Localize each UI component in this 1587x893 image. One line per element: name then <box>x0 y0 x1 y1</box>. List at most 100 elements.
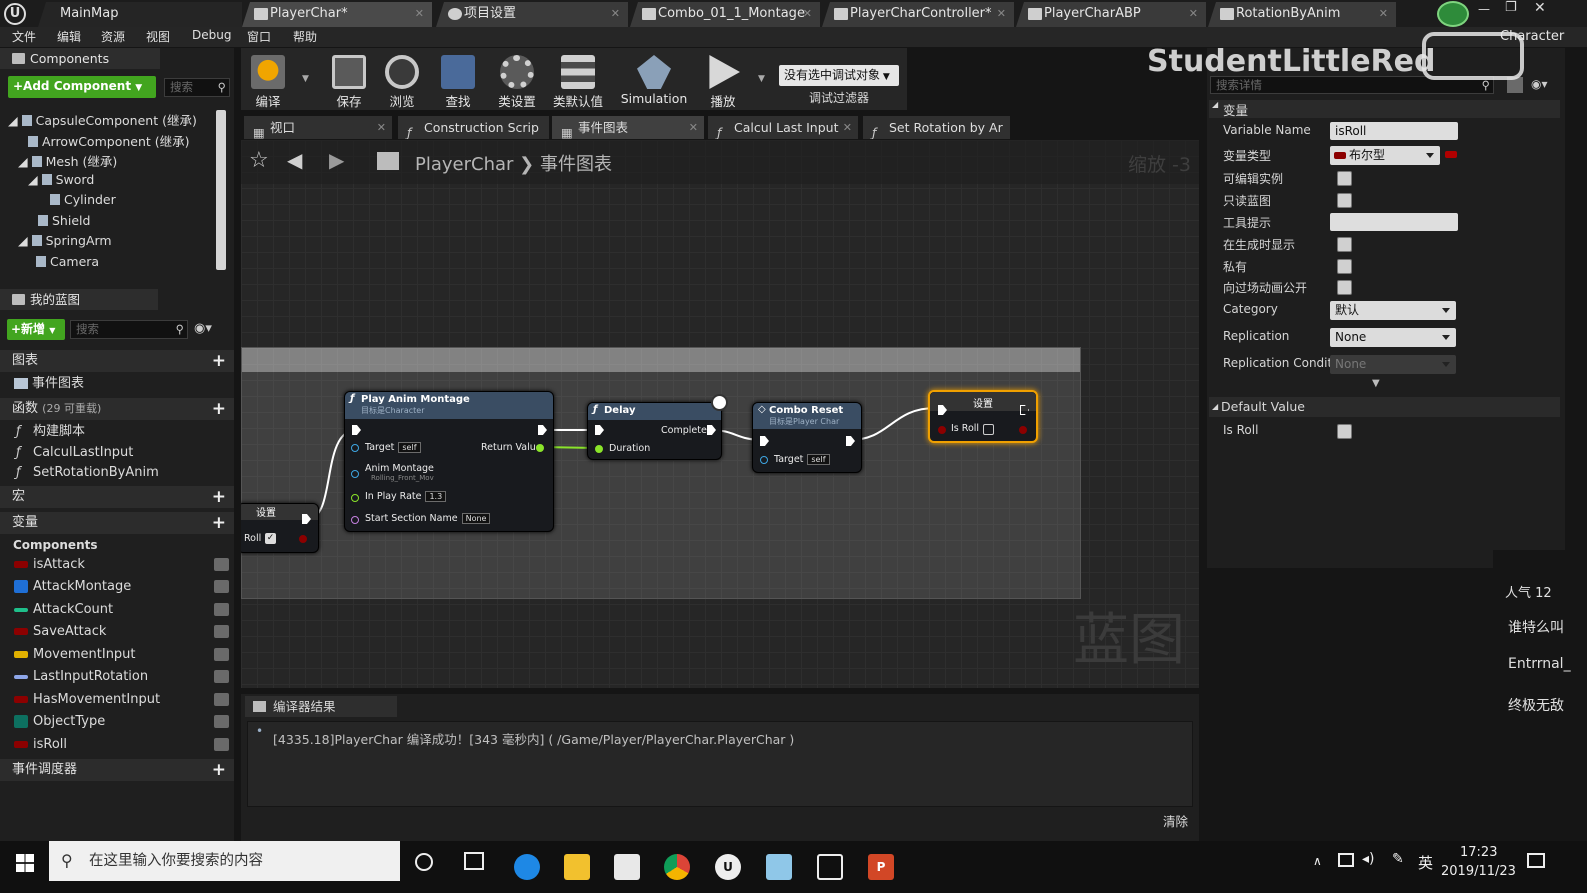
component-tree-item[interactable]: Camera <box>36 254 99 269</box>
completed-exec-pin[interactable] <box>707 425 716 435</box>
components-category[interactable]: Components <box>0 534 234 556</box>
add-function-button[interactable]: + <box>212 398 226 420</box>
chrome-icon[interactable] <box>664 854 690 880</box>
notification-center-icon[interactable] <box>1527 853 1545 868</box>
replication-condition-select[interactable]: None <box>1330 355 1456 374</box>
tab-viewport[interactable]: ▦ 视口 ✕ <box>244 116 392 139</box>
menu-view[interactable]: 视图 <box>146 28 170 45</box>
menu-edit[interactable]: 编辑 <box>57 28 81 45</box>
unreal-engine-icon[interactable]: U <box>715 854 741 880</box>
section-macros[interactable]: 宏 + <box>0 486 234 508</box>
visibility-eye-icon[interactable] <box>214 715 229 728</box>
private-checkbox[interactable] <box>1337 259 1352 274</box>
search-icon[interactable]: ⚲ <box>218 79 226 96</box>
ime-indicator[interactable]: 英 <box>1418 852 1433 873</box>
simulation-button[interactable]: Simulation <box>618 52 690 108</box>
class-settings-button[interactable]: 类设置 <box>489 52 545 109</box>
my-blueprint-search-input[interactable]: 搜索 ⚲ <box>70 320 188 339</box>
task-view-icon[interactable] <box>464 852 484 870</box>
store-icon[interactable] <box>614 854 640 880</box>
bool-out-pin[interactable] <box>299 535 307 543</box>
variable-item[interactable]: SaveAttack <box>0 621 234 643</box>
tab-construction-script[interactable]: ƒ Construction Scrip <box>398 116 549 139</box>
search-icon[interactable]: ⚲ <box>176 321 184 338</box>
set-is-roll-node[interactable]: 设置 Is Roll <box>928 390 1038 443</box>
network-icon[interactable] <box>1338 853 1354 867</box>
tooltip-input[interactable] <box>1330 213 1458 231</box>
component-tree-item[interactable]: ArrowComponent (继承) <box>28 131 190 150</box>
tab-set-rotation-by-anim[interactable]: ƒ Set Rotation by Ar <box>863 116 1010 139</box>
clock-date[interactable]: 2019/11/23 <box>1441 864 1516 879</box>
tab-playercharabp[interactable]: PlayerCharABP ✕ <box>1016 2 1206 27</box>
target-pin[interactable] <box>351 444 359 452</box>
tab-project-settings[interactable]: 项目设置 ✕ <box>436 2 628 27</box>
visibility-eye-icon[interactable] <box>214 625 229 638</box>
start-section-pin[interactable] <box>351 516 359 524</box>
taskbar-search-input[interactable]: ⚲ 在这里输入你要搜索的内容 <box>49 841 400 881</box>
event-graph-item[interactable]: 事件图表 <box>0 373 234 395</box>
tab-event-graph[interactable]: ▦ 事件图表 ✕ <box>552 116 704 139</box>
drawing-app-icon[interactable] <box>817 854 843 880</box>
compiler-results-tab[interactable]: 编译器结果 <box>245 696 397 717</box>
visibility-eye-icon[interactable] <box>214 558 229 571</box>
variable-item[interactable]: isAttack <box>0 554 234 576</box>
menu-debug[interactable]: Debug <box>192 28 231 42</box>
save-button[interactable]: 保存 <box>321 52 377 109</box>
close-icon[interactable]: ✕ <box>611 2 620 26</box>
variable-type-select[interactable]: 布尔型 <box>1330 146 1440 165</box>
combo-reset-node[interactable]: ◇ Combo Reset 目标是Player Char Target self <box>752 402 862 473</box>
visibility-eye-icon[interactable] <box>214 670 229 683</box>
details-section-variable[interactable]: ◢ 变量 <box>1209 100 1560 118</box>
is-roll-checkbox[interactable] <box>983 424 994 435</box>
visibility-eye-icon[interactable] <box>214 580 229 593</box>
component-tree-item[interactable]: Cylinder <box>50 192 116 207</box>
add-component-button[interactable]: +Add Component ▼ <box>8 76 156 98</box>
component-tree-item[interactable]: ◢ Mesh (继承) <box>18 151 117 170</box>
clear-button[interactable]: 清除 <box>1163 811 1188 830</box>
return-value-pin[interactable] <box>536 444 544 452</box>
component-tree-item[interactable]: ◢ SpringArm <box>18 233 112 248</box>
view-options-eye-icon[interactable]: ◉▾ <box>194 321 212 336</box>
close-icon[interactable]: ✕ <box>377 116 386 139</box>
section-event-dispatchers[interactable]: 事件调度器 + <box>0 759 234 781</box>
variable-item[interactable]: MovementInput <box>0 644 234 666</box>
close-window-button[interactable]: ✕ <box>1534 0 1546 16</box>
duration-pin[interactable] <box>595 445 603 453</box>
component-tree-item[interactable]: ◢ CapsuleComponent (继承) <box>8 110 197 129</box>
section-graphs[interactable]: 图表 + <box>0 350 234 372</box>
close-icon[interactable]: ✕ <box>1189 2 1198 26</box>
visibility-eye-icon[interactable] <box>214 738 229 751</box>
add-graph-button[interactable]: + <box>212 350 226 372</box>
anim-montage-asset[interactable]: Rolling_Front_Mov <box>371 474 434 482</box>
components-scrollbar[interactable] <box>216 110 226 270</box>
pen-icon[interactable]: ✎ <box>1392 851 1404 867</box>
is-roll-in-pin[interactable] <box>938 426 946 434</box>
browse-button[interactable]: 浏览 <box>374 52 430 109</box>
tab-mainmap[interactable]: MainMap <box>38 2 242 27</box>
section-variables[interactable]: 变量 + <box>0 512 234 534</box>
expand-arrow-icon[interactable]: ◢ <box>18 233 28 248</box>
class-defaults-button[interactable]: 类默认值 <box>550 52 606 109</box>
delay-node[interactable]: ƒ Delay Completed Duration <box>587 394 728 460</box>
section-functions[interactable]: 函数 (29 可重载) + <box>0 398 234 420</box>
exec-in-pin[interactable] <box>595 425 604 435</box>
unreal-logo-icon[interactable]: U <box>4 3 26 25</box>
close-icon[interactable]: ✕ <box>415 2 424 26</box>
volume-icon[interactable]: ◂) <box>1362 851 1375 867</box>
tab-combo-montage[interactable]: Combo_01_1_Montage ✕ <box>630 2 820 27</box>
visibility-eye-icon[interactable] <box>214 693 229 706</box>
edge-browser-icon[interactable] <box>514 854 540 880</box>
play-options-dropdown[interactable]: ▼ <box>758 74 765 84</box>
find-button[interactable]: 查找 <box>430 52 486 109</box>
close-icon[interactable]: ✕ <box>689 116 698 139</box>
event-graph-canvas[interactable]: ☆ ◀ ▶ PlayerChar ❯ 事件图表 缩放 -3 设置 Roll ✓ … <box>241 140 1199 688</box>
instance-editable-checkbox[interactable] <box>1337 171 1352 186</box>
play-button[interactable]: 播放 <box>695 52 751 109</box>
view-options-eye-icon[interactable]: ◉▾ <box>1531 77 1548 91</box>
play-rate-pin[interactable] <box>351 494 359 502</box>
expand-arrow-icon[interactable]: ◢ <box>8 113 18 128</box>
components-panel-header[interactable]: Components <box>0 48 160 69</box>
tab-playerchar[interactable]: PlayerChar* ✕ <box>242 2 432 27</box>
is-roll-out-pin[interactable] <box>1019 426 1027 434</box>
close-icon[interactable]: ✕ <box>843 116 852 139</box>
